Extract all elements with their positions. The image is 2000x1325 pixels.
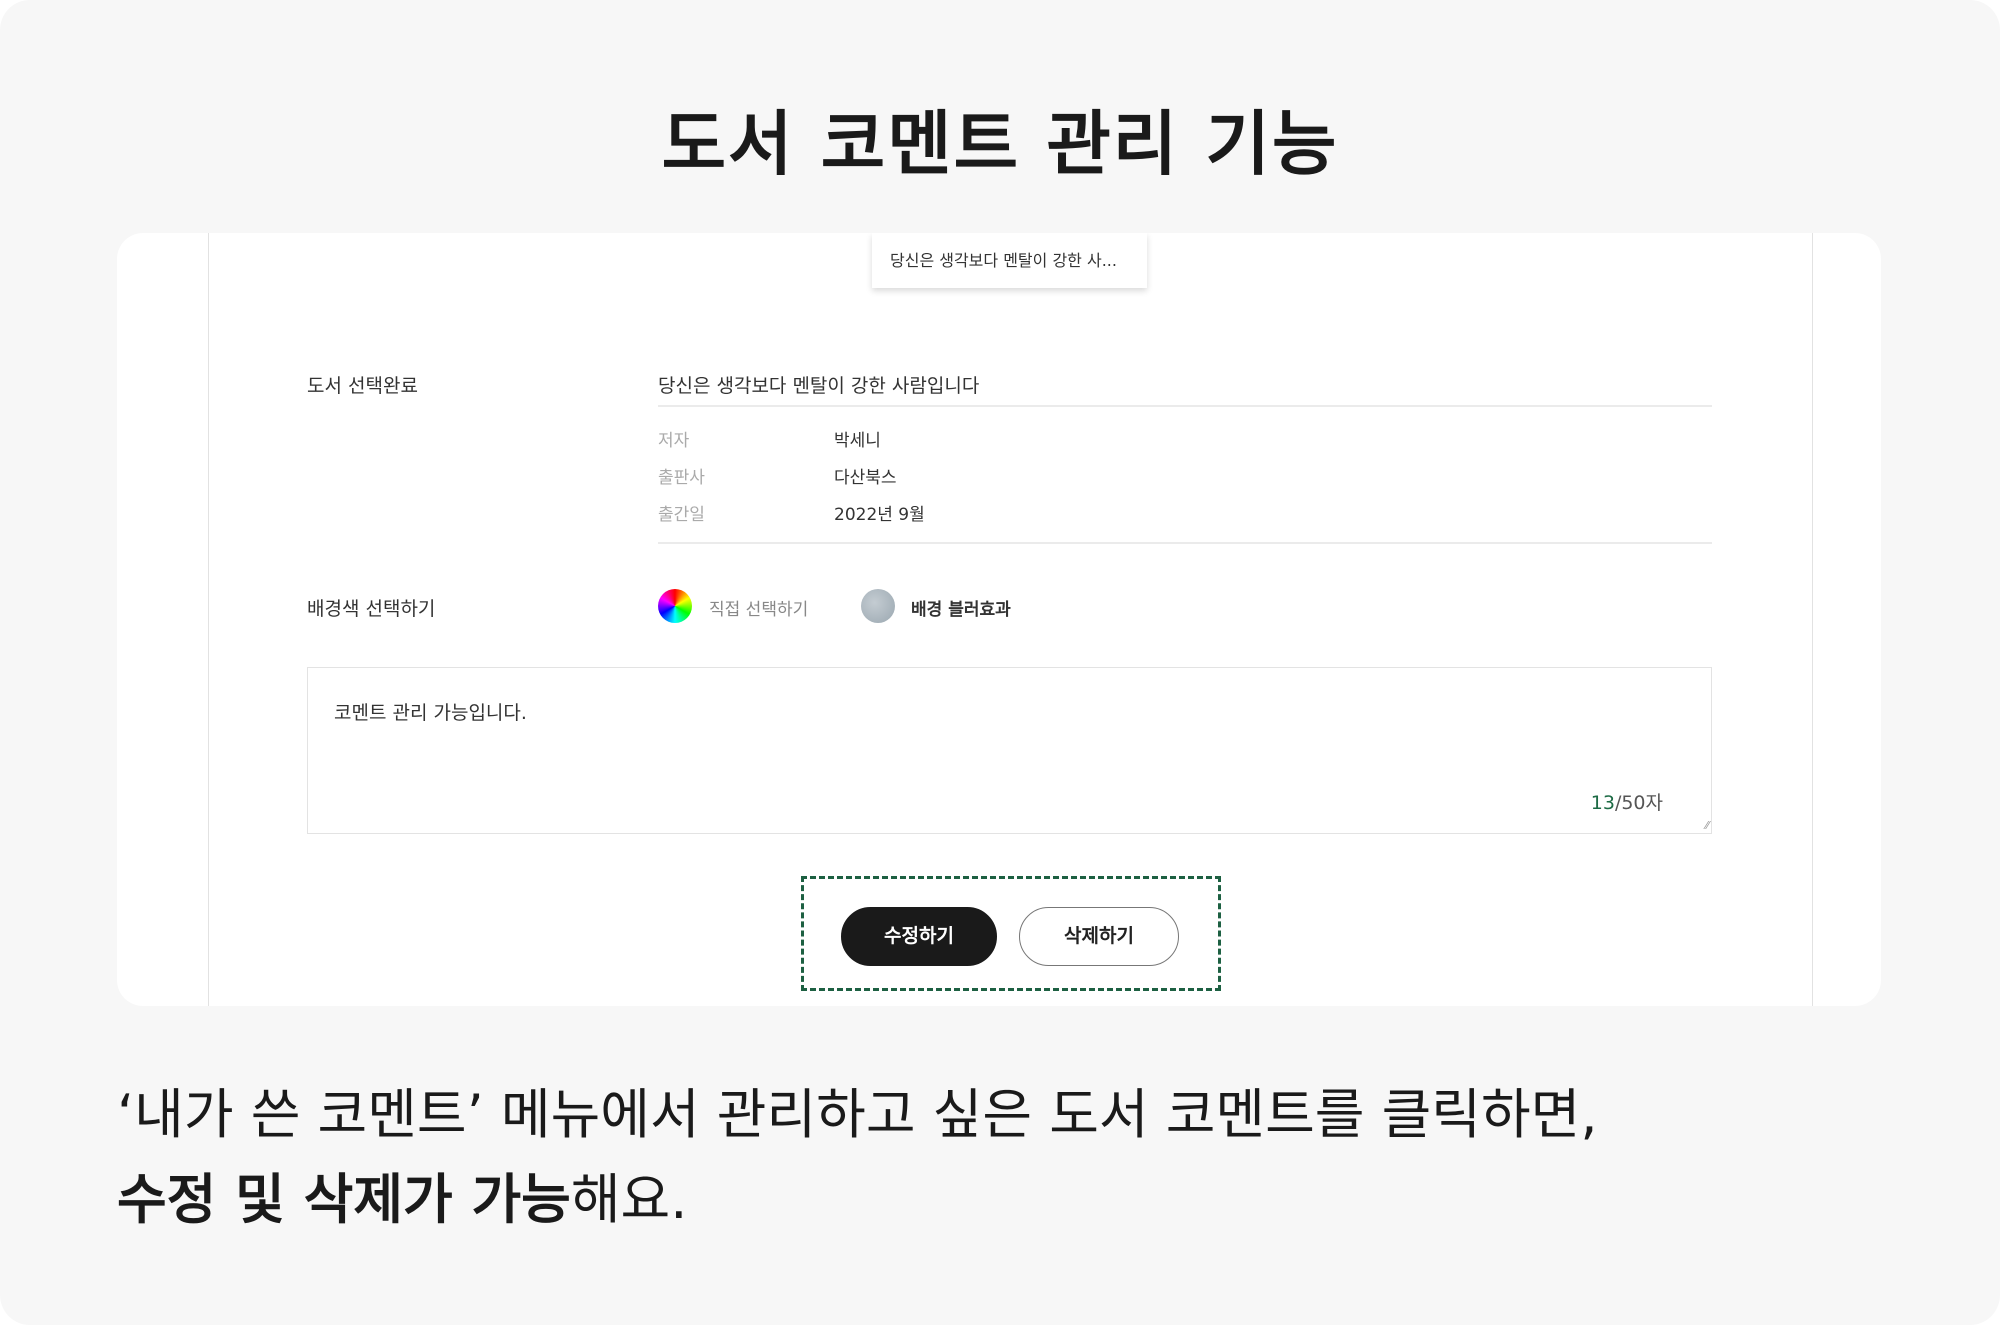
- resize-handle-icon[interactable]: ⁄⁄: [1705, 819, 1709, 832]
- book-selected-label: 도서 선택완료: [307, 375, 418, 397]
- char-max: /50자: [1614, 792, 1663, 814]
- publisher-label: 출판사: [658, 468, 705, 488]
- pubdate-label: 출간일: [658, 505, 705, 525]
- author-value: 박세니: [834, 431, 881, 451]
- comment-textarea[interactable]: 코멘트 관리 가능입니다. 13/50자 ⁄⁄: [307, 667, 1712, 834]
- caption-emphasis: 수정 및 삭제가 가능: [117, 1168, 571, 1231]
- book-title-tooltip: 당신은 생각보다 멘탈이 강한 사...: [872, 233, 1147, 288]
- color-wheel-icon[interactable]: [658, 589, 692, 623]
- book-title: 당신은 생각보다 멘탈이 강한 사람입니다: [658, 375, 980, 397]
- caption-line-2: 수정 및 삭제가 가능해요.: [117, 1155, 687, 1234]
- pubdate-value: 2022년 9월: [834, 505, 925, 525]
- page-title: 도서 코멘트 관리 기능: [661, 103, 1339, 185]
- delete-button[interactable]: 삭제하기: [1019, 907, 1179, 966]
- author-label: 저자: [658, 431, 690, 451]
- background-blur-option[interactable]: 배경 블러효과: [911, 595, 1011, 620]
- custom-color-option[interactable]: 직접 선택하기: [709, 595, 808, 620]
- screenshot-card: 당신은 생각보다 멘탈이 강한 사... 도서 선택완료 당신은 생각보다 멘탈…: [117, 233, 1881, 1006]
- char-count: 13: [1590, 792, 1615, 814]
- blur-swatch-icon[interactable]: [861, 589, 895, 623]
- divider: [658, 542, 1712, 544]
- caption-rest: 해요.: [570, 1168, 688, 1231]
- divider: [658, 405, 1712, 407]
- divider: [1812, 233, 1813, 1006]
- divider: [208, 233, 209, 1006]
- edit-button[interactable]: 수정하기: [841, 907, 997, 966]
- comment-text: 코멘트 관리 가능입니다.: [334, 702, 527, 724]
- caption-line-1: ‘내가 쓴 코멘트’ 메뉴에서 관리하고 싶은 도서 코멘트를 클릭하면,: [117, 1083, 1598, 1146]
- background-color-label: 배경색 선택하기: [307, 598, 436, 620]
- publisher-value: 다산북스: [834, 468, 897, 488]
- char-counter: 13/50자: [1591, 788, 1663, 815]
